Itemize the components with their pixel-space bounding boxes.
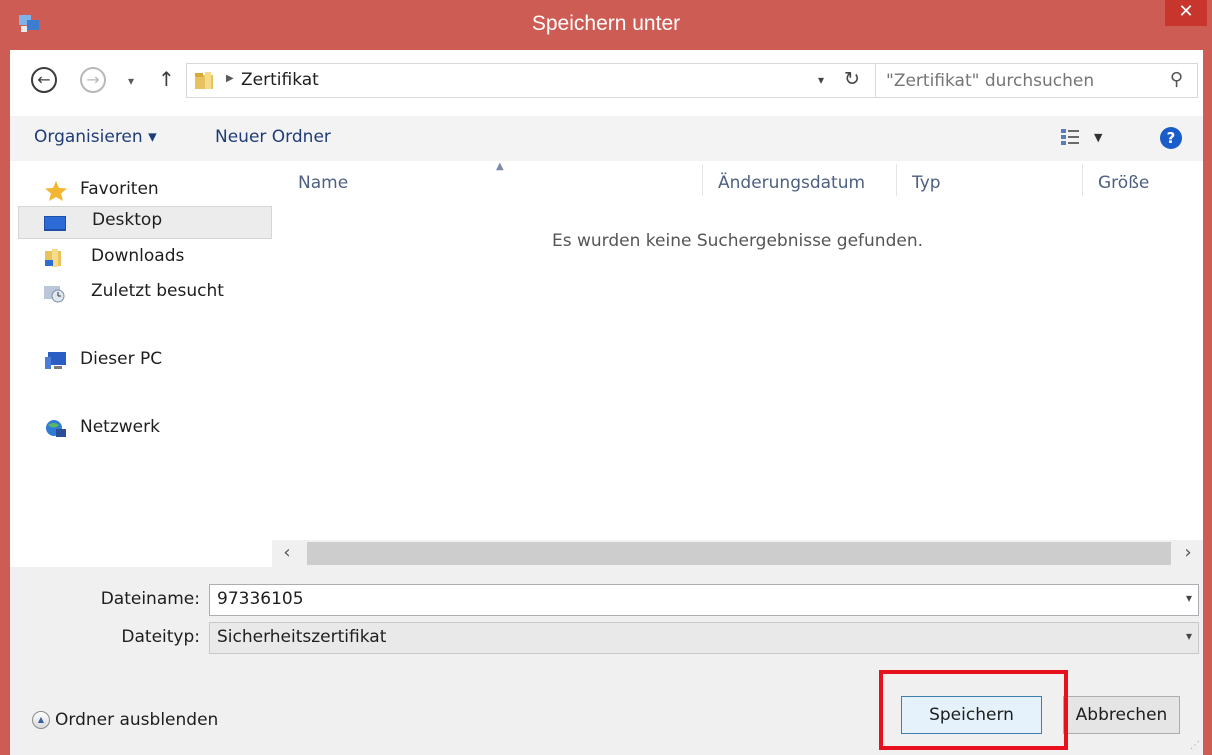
sidebar-item-dieser-pc[interactable]: Dieser PC [10,344,264,377]
search-input[interactable] [876,64,1166,97]
close-icon: ✕ [1178,1,1194,22]
sort-ascending-icon: ▲ [496,161,504,172]
title-bar[interactable]: Speichern unter ✕ [0,0,1212,50]
sidebar-item-zuletzt-besucht[interactable]: Zuletzt besucht [10,276,264,309]
save-button-highlight-box [879,670,1068,750]
column-divider[interactable] [896,164,897,196]
column-divider[interactable] [702,164,703,196]
search-box[interactable]: ⚲ [875,63,1198,98]
chevron-down-icon[interactable]: ▾ [1186,591,1192,605]
organize-button[interactable]: Organisieren ▾ [34,127,157,147]
dialog-body: ← → ▾ ↑ ▶ Zertifikat ▾ ↻ ⚲ [10,50,1203,755]
address-row: ← → ▾ ↑ ▶ Zertifikat ▾ ↻ ⚲ [10,50,1203,116]
breadcrumb-separator-icon[interactable]: ▶ [226,73,234,84]
forward-button[interactable]: → [80,67,106,93]
recent-locations-dropdown-icon[interactable]: ▾ [128,74,134,88]
up-folder-icon[interactable]: ↑ [158,67,175,91]
filename-label: Dateiname: [100,589,200,609]
computer-icon [45,352,66,369]
window-title: Speichern unter [531,12,681,35]
forward-arrow-icon: → [86,70,100,89]
sidebar-item-label: Desktop [92,210,163,230]
scroll-left-icon[interactable]: ‹ [272,540,302,567]
close-button[interactable]: ✕ [1165,0,1207,26]
cancel-button[interactable]: Abbrechen [1063,696,1180,734]
navigation-pane: Favoriten Desktop Downloads Zuletzt besu… [10,161,272,567]
new-folder-button[interactable]: Neuer Ordner [215,127,331,147]
sidebar-item-label: Favoriten [80,179,159,199]
breadcrumb-zertifikat[interactable]: Zertifikat [241,70,319,90]
chevron-down-icon[interactable]: ▾ [1186,629,1192,643]
search-icon[interactable]: ⚲ [1170,69,1183,90]
refresh-icon[interactable]: ↻ [844,68,860,90]
sidebar-item-label: Dieser PC [80,349,163,369]
filetype-select[interactable]: Sicherheitszertifikat ▾ [209,622,1199,654]
sidebar-item-label: Downloads [91,246,185,266]
star-icon [45,181,67,201]
command-bar: Organisieren ▾ Neuer Ordner ▼ ? [10,116,1203,161]
sidebar-item-netzwerk[interactable]: Netzwerk [10,412,264,445]
file-list[interactable]: ▲ Name Änderungsdatum Typ Größe Es wurde… [272,161,1203,567]
sidebar-item-label: Zuletzt besucht [91,281,224,301]
sidebar-item-label: Netzwerk [80,417,160,437]
empty-results-message: Es wurden keine Suchergebnisse gefunden. [551,231,924,251]
address-bar[interactable]: ▶ Zertifikat ▾ ↻ [186,63,876,98]
downloads-folder-icon [45,249,61,267]
sidebar-item-downloads[interactable]: Downloads [10,241,264,274]
folder-icon [195,72,213,89]
filetype-label: Dateityp: [121,627,200,647]
recent-places-icon [44,286,65,303]
network-icon [46,420,66,437]
filetype-value: Sicherheitszertifikat [217,627,387,647]
save-as-dialog: Speichern unter ✕ ← → ▾ ↑ ▶ Zertifikat ▾… [0,0,1212,755]
column-divider[interactable] [1082,164,1083,196]
sidebar-item-desktop[interactable]: Desktop [18,206,272,239]
scrollbar-thumb[interactable] [307,542,1171,565]
column-header-size[interactable]: Größe [1098,173,1149,193]
column-header-type[interactable]: Typ [912,173,941,193]
filename-value[interactable]: 97336105 [217,589,304,609]
sidebar-item-favoriten[interactable]: Favoriten [10,174,264,207]
view-options-chevron-icon[interactable]: ▼ [1094,131,1102,144]
horizontal-scrollbar[interactable]: ‹ › [272,540,1203,567]
desktop-icon [44,216,66,231]
column-header-name[interactable]: Name [298,173,348,193]
back-button[interactable]: ← [31,67,57,93]
scroll-right-icon[interactable]: › [1173,540,1203,567]
column-header-date[interactable]: Änderungsdatum [718,173,865,193]
view-options-icon[interactable] [1061,129,1079,146]
back-arrow-icon: ← [37,70,51,89]
filename-field[interactable]: 97336105 ▾ [209,584,1199,616]
resize-grip-icon[interactable]: ⋰ [1190,740,1200,751]
help-icon[interactable]: ? [1160,127,1182,149]
hide-folders-label: Ordner ausblenden [55,710,219,730]
collapse-up-icon: ▲ [32,711,50,729]
address-history-chevron-icon[interactable]: ▾ [818,73,824,87]
